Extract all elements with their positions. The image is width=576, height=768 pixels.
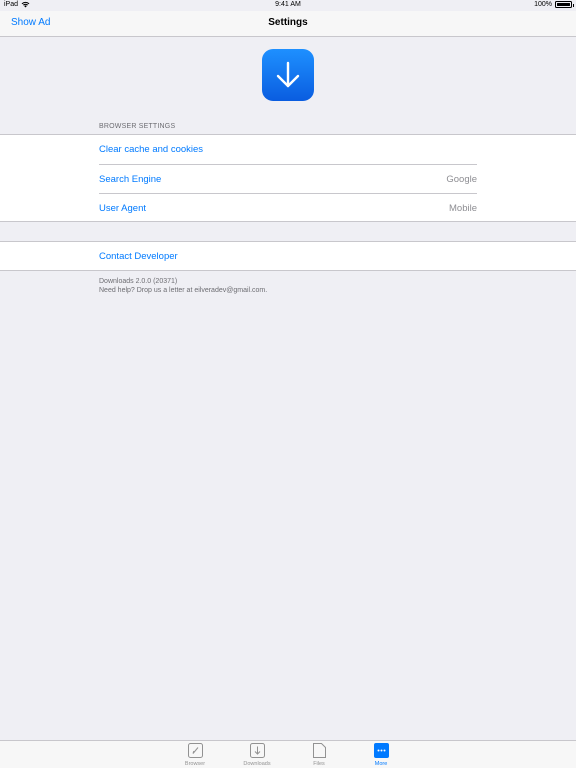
version-text: Downloads 2.0.0 (20371) [99,278,178,285]
file-icon [312,743,326,758]
tab-files-label: Files [313,761,325,767]
battery-percent: 100% [534,1,552,8]
tab-bar: Browser Downloads Files More [0,740,576,768]
tab-browser[interactable]: Browser [175,743,215,768]
tab-downloads-label: Downloads [243,761,271,767]
tab-more-label: More [374,761,388,767]
user-agent-row[interactable]: User Agent Mobile [99,193,477,222]
contact-group: Contact Developer [0,241,576,271]
browser-settings-header: BROWSER SETTINGS [99,123,176,130]
page-title: Settings [268,17,308,28]
search-engine-value: Google [446,174,477,185]
search-engine-label: Search Engine [99,174,162,185]
download-icon [249,743,265,758]
contact-developer-label: Contact Developer [99,251,178,262]
status-right: 100% [534,1,574,8]
tab-files[interactable]: Files [299,743,339,768]
tab-downloads[interactable]: Downloads [237,743,277,768]
user-agent-value: Mobile [449,203,477,214]
tab-more[interactable]: More [361,743,401,768]
download-arrow-icon [276,61,300,88]
app-icon [262,49,314,101]
compass-icon [187,743,203,758]
browser-settings-group: Clear cache and cookies Search Engine Go… [0,134,576,222]
more-icon [373,743,389,758]
tab-browser-label: Browser [184,761,206,767]
status-time: 9:41 AM [275,1,301,8]
status-bar: iPad 9:41 AM 100% [0,0,576,11]
battery-fill [557,3,570,6]
user-agent-label: User Agent [99,203,146,214]
search-engine-row[interactable]: Search Engine Google [99,164,477,193]
clear-cache-row[interactable]: Clear cache and cookies [99,135,477,164]
footer-text: Downloads 2.0.0 (20371) Need help? Drop … [99,277,267,295]
battery-icon [555,1,574,8]
help-text: Need help? Drop us a letter at eilverade… [99,287,268,294]
clear-cache-label: Clear cache and cookies [99,144,204,155]
contact-developer-row[interactable]: Contact Developer [99,242,477,271]
navigation-bar: Show Ad Settings [0,11,576,37]
